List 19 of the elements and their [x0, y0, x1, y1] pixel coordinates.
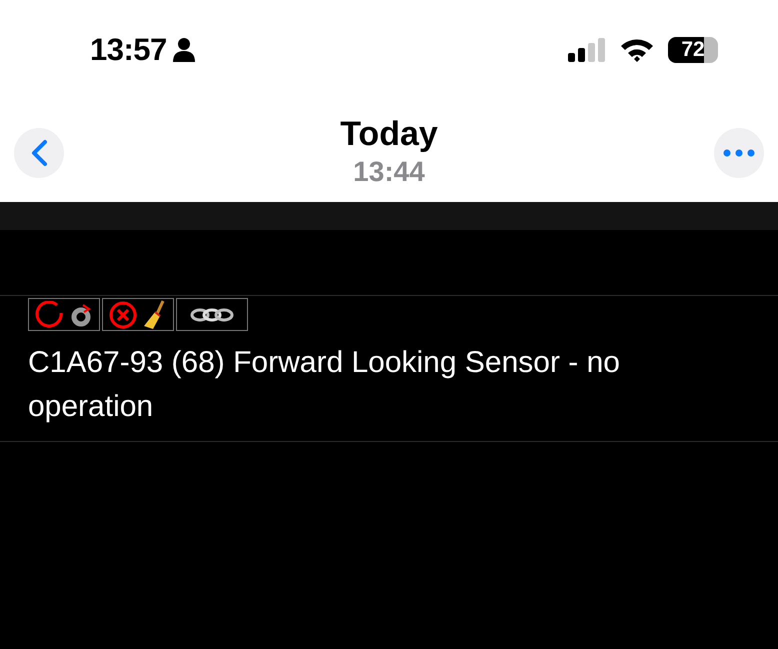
- close-icon: [109, 300, 137, 328]
- battery-indicator: 72: [668, 37, 718, 63]
- nav-title: Today: [340, 114, 438, 154]
- more-icon: [722, 149, 755, 157]
- signal-icon: [568, 38, 606, 62]
- chain-icon: [190, 306, 234, 322]
- wifi-icon: [620, 38, 654, 62]
- nav-subtitle: 13:44: [353, 156, 425, 188]
- back-button[interactable]: [14, 128, 64, 178]
- refresh-button[interactable]: [28, 298, 100, 331]
- status-time: 13:57: [90, 32, 167, 68]
- back-icon: [30, 139, 48, 167]
- refresh-icon: [71, 302, 93, 326]
- message-text: C1A67-93 (68) Forward Looking Sensor - no operation: [28, 345, 621, 425]
- clear-button[interactable]: [102, 298, 174, 331]
- reload-icon: [35, 300, 65, 328]
- link-button[interactable]: [176, 298, 248, 331]
- person-icon: [172, 38, 195, 62]
- broom-icon: [143, 300, 167, 330]
